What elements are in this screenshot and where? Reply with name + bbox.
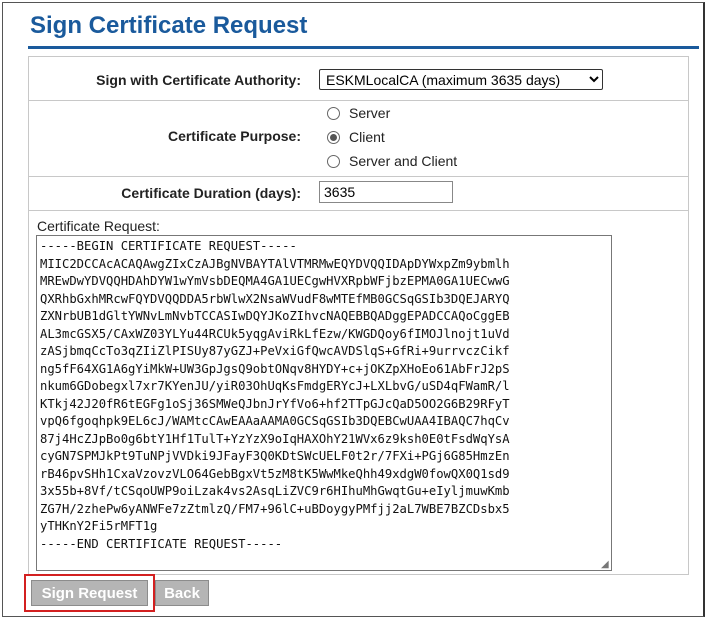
radio-client-icon[interactable] xyxy=(327,130,340,144)
purpose-client-label: Client xyxy=(349,129,385,145)
purpose-option-server-and-client[interactable]: Server and Client xyxy=(327,151,457,171)
sign-request-form: Sign with Certificate Authority: ESKMLoc… xyxy=(28,56,689,575)
ca-label: Sign with Certificate Authority: xyxy=(96,72,301,88)
purpose-label: Certificate Purpose: xyxy=(167,128,301,144)
radio-server-and-client-icon[interactable] xyxy=(327,154,340,168)
request-label: Certificate Request: xyxy=(37,218,160,234)
row-divider xyxy=(29,176,688,177)
resize-grip-icon[interactable]: ◢ xyxy=(601,560,611,570)
purpose-server-label: Server xyxy=(349,105,391,121)
certificate-authority-select[interactable]: ESKMLocalCA (maximum 3635 days) xyxy=(319,69,603,90)
row-divider xyxy=(29,100,688,101)
purpose-server-and-client-label: Server and Client xyxy=(349,153,458,169)
certificate-request-textarea[interactable]: -----BEGIN CERTIFICATE REQUEST----- MIIC… xyxy=(36,235,612,571)
title-divider xyxy=(28,46,699,49)
purpose-option-client[interactable]: Client xyxy=(327,127,385,147)
row-divider xyxy=(29,210,688,211)
purpose-option-server[interactable]: Server xyxy=(327,103,390,123)
duration-field[interactable] xyxy=(319,181,453,203)
radio-server-icon[interactable] xyxy=(327,106,340,120)
page-title: Sign Certificate Request xyxy=(30,12,308,39)
sign-request-button[interactable]: Sign Request xyxy=(31,580,148,606)
duration-label: Certificate Duration (days): xyxy=(121,185,301,201)
back-button[interactable]: Back xyxy=(155,580,209,606)
